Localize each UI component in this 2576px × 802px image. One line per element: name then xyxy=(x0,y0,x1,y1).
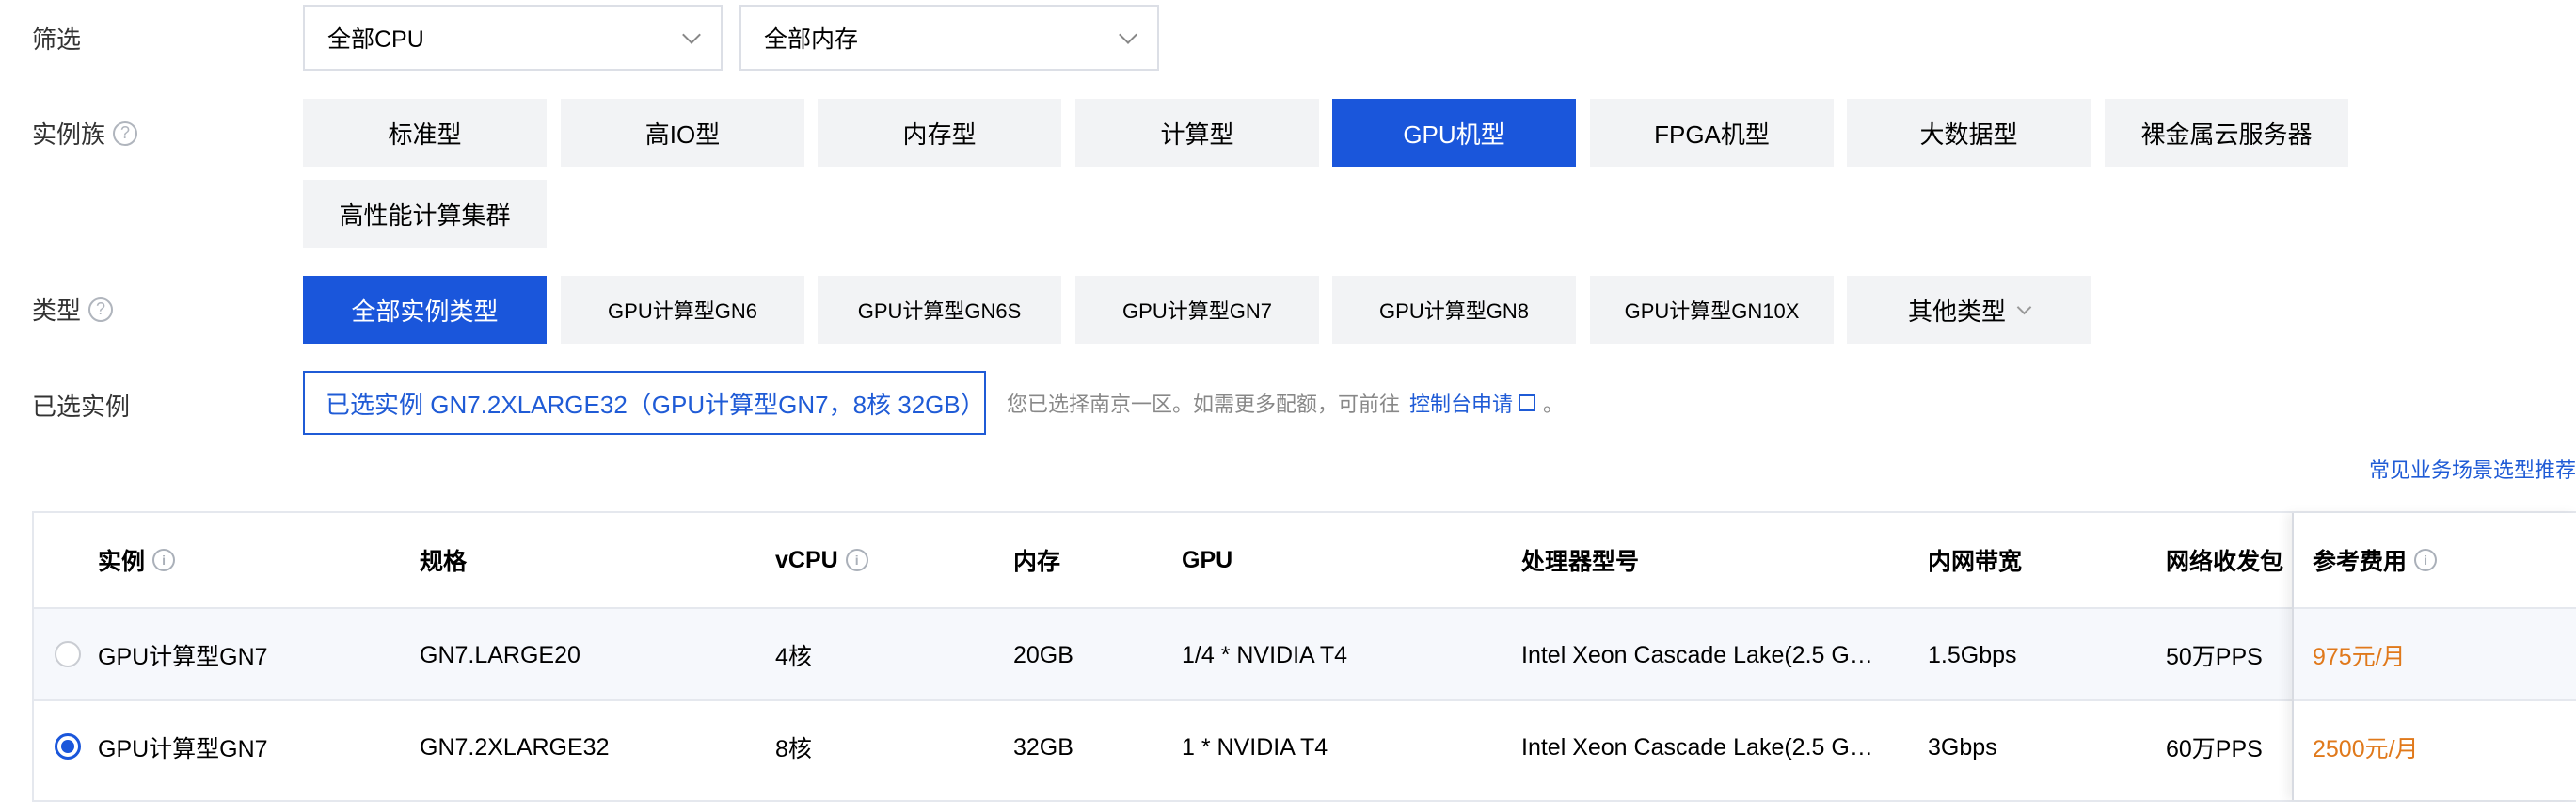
family-chip-compute[interactable]: 计算型 xyxy=(1075,99,1319,167)
cell-price: 2500元/月 xyxy=(2313,736,2419,762)
th-price-label: 参考费用 xyxy=(2313,549,2408,575)
th-bandwidth: 内网带宽 xyxy=(1928,549,2023,575)
row-radio[interactable] xyxy=(55,641,81,667)
cell-gpu: 1/4 * NVIDIA T4 xyxy=(1182,641,1348,668)
chevron-down-icon xyxy=(682,25,701,44)
selected-instance-label: 已选实例 xyxy=(32,393,131,421)
cell-price: 975元/月 xyxy=(2313,644,2406,670)
cell-memory: 20GB xyxy=(1013,641,1073,668)
th-price: 参考费用 i xyxy=(2313,513,2438,607)
th-vcpu: vCPU i xyxy=(775,513,868,607)
chevron-down-icon xyxy=(2016,299,2032,314)
selected-instance-value: 已选实例 GN7.2XLARGE32（GPU计算型GN7，8核 32GB） xyxy=(326,390,985,419)
instance-table: 实例 i 规格 vCPU i 内存 GPU 处理器型号 内网带宽 网络收发包 参… xyxy=(32,511,2576,802)
table-row[interactable]: GPU计算型GN7 GN7.2XLARGE32 8核 32GB 1 * NVID… xyxy=(34,699,2576,794)
type-chip-gn8[interactable]: GPU计算型GN8 xyxy=(1332,276,1576,344)
quota-hint: 您已选择南京一区。如需更多配额，可前往 控制台申请 。 xyxy=(1007,388,1564,418)
type-chip-gn6[interactable]: GPU计算型GN6 xyxy=(561,276,804,344)
type-label-group: 类型 ? xyxy=(32,292,114,327)
cell-spec: GN7.2XLARGE32 xyxy=(420,733,610,761)
type-label: 类型 xyxy=(32,297,82,325)
table-row[interactable]: GPU计算型GN7 GN7.LARGE20 4核 20GB 1/4 * NVID… xyxy=(34,607,2576,701)
row-radio[interactable] xyxy=(55,733,81,760)
th-spec: 规格 xyxy=(420,549,468,575)
cell-pps: 60万PPS xyxy=(2166,736,2263,762)
selected-instance-box: 已选实例 GN7.2XLARGE32（GPU计算型GN7，8核 32GB） xyxy=(303,371,986,435)
family-chip-standard[interactable]: 标准型 xyxy=(303,99,547,167)
external-link-icon xyxy=(1519,394,1536,411)
memory-select-value: 全部内存 xyxy=(764,26,859,53)
console-apply-link-text: 控制台申请 xyxy=(1409,393,1514,416)
help-icon[interactable]: ? xyxy=(88,297,114,322)
cell-vcpu: 8核 xyxy=(775,736,812,762)
family-chip-high-io[interactable]: 高IO型 xyxy=(561,99,804,167)
th-vcpu-label: vCPU xyxy=(775,546,838,573)
help-icon[interactable]: ? xyxy=(113,120,138,146)
info-icon[interactable]: i xyxy=(845,549,868,571)
memory-select[interactable]: 全部内存 xyxy=(739,5,1159,71)
cell-memory: 32GB xyxy=(1013,733,1073,761)
cell-instance: GPU计算型GN7 xyxy=(98,644,268,670)
type-chip-gn7[interactable]: GPU计算型GN7 xyxy=(1075,276,1319,344)
family-chip-hpc[interactable]: 高性能计算集群 xyxy=(303,180,547,248)
quota-hint-end: 。 xyxy=(1543,393,1565,416)
family-chip-fpga[interactable]: FPGA机型 xyxy=(1590,99,1834,167)
type-chip-gn6s[interactable]: GPU计算型GN6S xyxy=(818,276,1061,344)
th-memory: 内存 xyxy=(1013,549,1061,575)
cpu-select[interactable]: 全部CPU xyxy=(303,5,723,71)
type-chip-other[interactable]: 其他类型 xyxy=(1847,276,2091,344)
cell-bandwidth: 1.5Gbps xyxy=(1928,641,2017,668)
scenario-recommend-link[interactable]: 常见业务场景选型推荐 xyxy=(2369,454,2576,484)
cell-pps: 50万PPS xyxy=(2166,644,2263,670)
family-chip-memory[interactable]: 内存型 xyxy=(818,99,1061,167)
cell-cpu-model: Intel Xeon Cascade Lake(2.5 G… xyxy=(1521,733,1873,761)
cell-bandwidth: 3Gbps xyxy=(1928,733,1997,761)
th-instance-label: 实例 xyxy=(98,549,146,575)
family-label: 实例族 xyxy=(32,120,106,149)
cell-vcpu: 4核 xyxy=(775,644,812,670)
info-icon[interactable]: i xyxy=(2414,549,2438,571)
info-icon[interactable]: i xyxy=(152,549,176,571)
th-pps: 网络收发包 xyxy=(2166,549,2284,575)
cell-spec: GN7.LARGE20 xyxy=(420,641,580,668)
type-chip-gn10x[interactable]: GPU计算型GN10X xyxy=(1590,276,1834,344)
th-instance: 实例 i xyxy=(98,513,176,607)
filter-label: 筛选 xyxy=(32,25,82,54)
family-chip-bigdata[interactable]: 大数据型 xyxy=(1847,99,2091,167)
chevron-down-icon xyxy=(1119,25,1137,44)
th-cpu-model: 处理器型号 xyxy=(1521,549,1640,575)
family-chip-gpu[interactable]: GPU机型 xyxy=(1332,99,1576,167)
th-gpu: GPU xyxy=(1182,546,1233,573)
quota-hint-text: 您已选择南京一区。如需更多配额，可前往 xyxy=(1007,393,1401,416)
type-chip-all[interactable]: 全部实例类型 xyxy=(303,276,547,344)
cpu-select-value: 全部CPU xyxy=(327,26,424,53)
cell-instance: GPU计算型GN7 xyxy=(98,736,268,762)
family-chip-baremetal[interactable]: 裸金属云服务器 xyxy=(2105,99,2348,167)
family-label-group: 实例族 ? xyxy=(32,116,138,151)
cell-cpu-model: Intel Xeon Cascade Lake(2.5 G… xyxy=(1521,641,1873,668)
type-chip-other-label: 其他类型 xyxy=(1907,297,2006,326)
console-apply-link[interactable]: 控制台申请 xyxy=(1409,388,1536,418)
cell-gpu: 1 * NVIDIA T4 xyxy=(1182,733,1328,761)
